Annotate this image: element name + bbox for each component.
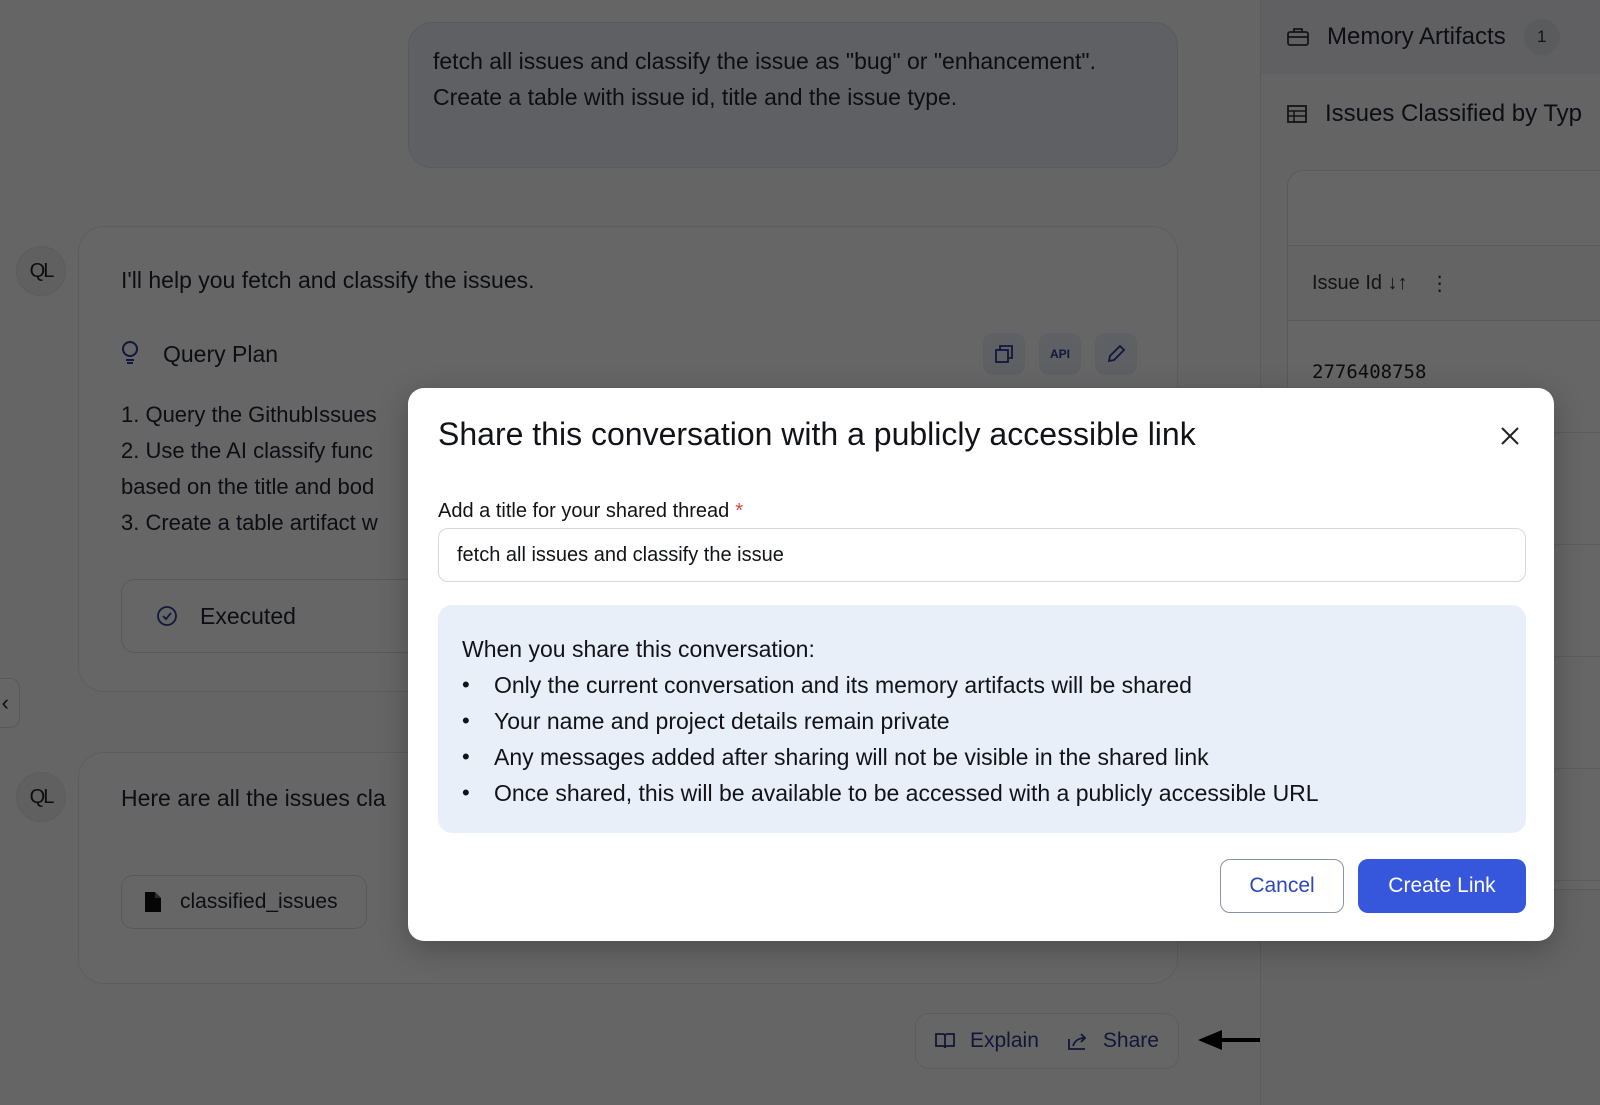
info-item: Your name and project details remain pri… [462,703,1502,739]
title-field-label: Add a title for your shared thread * [438,500,744,522]
info-item: Once shared, this will be available to b… [462,775,1502,811]
info-heading: When you share this conversation: [462,636,815,662]
cancel-button[interactable]: Cancel [1220,859,1344,913]
info-item: Any messages added after sharing will no… [462,739,1502,775]
share-dialog: Share this conversation with a publicly … [408,388,1554,941]
dialog-title: Share this conversation with a publicly … [438,416,1196,452]
close-button[interactable] [1492,418,1528,454]
create-link-button[interactable]: Create Link [1358,859,1526,913]
info-list: Only the current conversation and its me… [462,667,1502,811]
close-icon [1501,427,1519,445]
required-indicator: * [735,500,744,522]
shared-thread-title-input[interactable] [438,528,1526,582]
info-item: Only the current conversation and its me… [462,667,1502,703]
share-info-box: When you share this conversation: Only t… [438,605,1526,833]
